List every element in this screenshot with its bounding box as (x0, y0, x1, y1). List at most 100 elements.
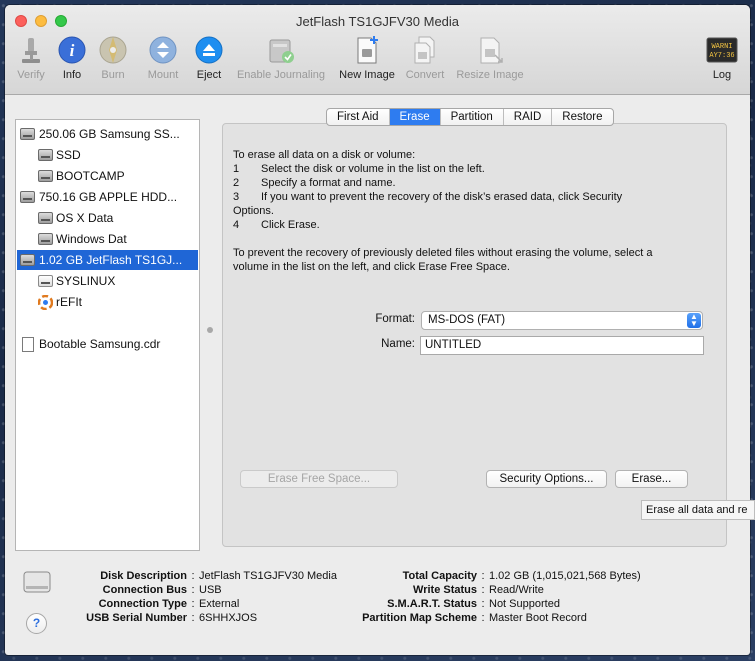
usb-drive-icon (22, 566, 52, 596)
log-console-icon: WARNI AY7:36 (706, 35, 738, 65)
info-separator: : (481, 584, 485, 596)
format-value: MS-DOS (FAT) (428, 314, 506, 326)
tab-first-aid[interactable]: First Aid (327, 109, 390, 125)
info-label: Info (62, 69, 82, 81)
sidebar-item-apple-hdd[interactable]: 750.16 GB APPLE HDD... (17, 187, 198, 207)
info-separator: : (481, 612, 485, 624)
info-value: USB (199, 584, 222, 596)
resize-image-label: Resize Image (456, 69, 524, 81)
step-number: 2 (233, 177, 240, 189)
internal-disk-icon (20, 191, 35, 203)
mount-button[interactable]: Mount (143, 35, 183, 81)
instruction-step: 4 Click Erase. (233, 218, 703, 232)
volume-icon (38, 149, 53, 161)
info-row: Connection Bus: USB (60, 583, 337, 597)
volume-icon (38, 170, 53, 182)
sidebar-item-bootcamp[interactable]: BOOTCAMP (17, 166, 198, 186)
new-image-label: New Image (339, 69, 395, 81)
step-number: 1 (233, 163, 240, 175)
log-button[interactable]: WARNI AY7:36 Log (705, 35, 739, 81)
sidebar-item-label: Windows Dat (56, 232, 127, 246)
refit-icon (37, 294, 54, 311)
format-select[interactable]: MS-DOS (FAT) ▲ ▼ (421, 311, 703, 330)
step-text: Select the disk or volume in the list on… (261, 163, 485, 175)
sidebar-item-label: 750.16 GB APPLE HDD... (39, 190, 178, 204)
info-separator: : (481, 598, 485, 610)
tab-bar: First Aid Erase Partition RAID Restore (326, 108, 614, 126)
split-view-handle[interactable] (207, 327, 213, 333)
erase-free-space-button[interactable]: Erase Free Space... (240, 470, 398, 488)
security-options-button[interactable]: Security Options... (486, 470, 607, 488)
info-key: Total Capacity (402, 570, 477, 582)
new-image-button[interactable]: New Image (337, 35, 397, 81)
sidebar-item-label: 1.02 GB JetFlash TS1GJ... (39, 253, 183, 267)
step-number: 4 (233, 219, 240, 231)
info-row: Disk Description: JetFlash TS1GJFV30 Medi… (60, 569, 337, 583)
eject-icon (194, 35, 224, 65)
removable-volume-icon (38, 275, 53, 287)
svg-text:i: i (70, 41, 75, 60)
tab-restore[interactable]: Restore (552, 109, 612, 125)
sidebar-item-syslinux[interactable]: SYSLINUX (17, 271, 198, 291)
mount-icon (148, 35, 178, 65)
name-field[interactable]: UNTITLED (420, 336, 704, 355)
sidebar-item-label: BOOTCAMP (56, 169, 125, 183)
info-value: 1.02 GB (1,015,021,568 Bytes) (489, 570, 641, 582)
convert-button[interactable]: Convert (402, 35, 448, 81)
erase-button[interactable]: Erase... (615, 470, 688, 488)
enable-journaling-button[interactable]: Enable Journaling (233, 35, 329, 81)
free-space-note-line-2: volume in the list on the left, and clic… (233, 261, 510, 273)
info-row: USB Serial Number:6SHHXJOS (60, 611, 337, 625)
burn-button[interactable]: Burn (98, 35, 128, 81)
window-title: JetFlash TS1GJFV30 Media (295, 14, 460, 29)
enable-journaling-label: Enable Journaling (236, 69, 326, 81)
sidebar-item-label: SYSLINUX (56, 274, 116, 288)
instruction-step: 3 If you want to prevent the recovery of … (233, 190, 703, 204)
sidebar-item-samsung-disk[interactable]: 250.06 GB Samsung SS... (17, 124, 198, 144)
resize-image-button[interactable]: Resize Image (453, 35, 527, 81)
step-text: Options. (233, 205, 274, 217)
tab-raid[interactable]: RAID (504, 109, 553, 125)
info-separator: : (481, 570, 485, 582)
sidebar-item-windows-dat[interactable]: Windows Dat (17, 229, 198, 249)
info-icon: i (57, 35, 87, 65)
log-icon-text-2: AY7:36 (709, 52, 734, 60)
info-button[interactable]: i Info (57, 35, 87, 81)
disk-utility-window: JetFlash TS1GJFV30 Media Verify i Info B… (5, 5, 750, 655)
sidebar-item-label: 250.06 GB Samsung SS... (39, 127, 180, 141)
disk-info-left: Disk Description: JetFlash TS1GJFV30 Medi… (60, 569, 337, 625)
info-value: Not Supported (489, 598, 560, 610)
erase-instructions: To erase all data on a disk or volume: 1… (233, 148, 703, 274)
info-value: Read/Write (489, 584, 544, 596)
sidebar-item-ssd[interactable]: SSD (17, 145, 198, 165)
eject-label: Eject (196, 69, 222, 81)
info-value: JetFlash TS1GJFV30 Media (199, 570, 337, 582)
disk-list-sidebar[interactable]: 250.06 GB Samsung SS... SSD BOOTCAMP 750… (15, 119, 200, 551)
info-row: Partition Map Scheme: Master Boot Record (335, 611, 641, 625)
name-label: Name: (381, 338, 415, 350)
sidebar-item-bootable-samsung-cdr[interactable]: Bootable Samsung.cdr (17, 334, 198, 354)
sidebar-item-jetflash[interactable]: 1.02 GB JetFlash TS1GJ... (17, 250, 198, 270)
info-row: Write Status: Read/Write (335, 583, 641, 597)
new-image-icon (352, 35, 382, 65)
help-button[interactable]: ? (26, 613, 47, 634)
format-label: Format: (375, 313, 415, 325)
sidebar-item-refit[interactable]: rEFIt (17, 292, 198, 312)
info-key: Connection Bus (102, 584, 187, 596)
volume-icon (38, 212, 53, 224)
eject-button[interactable]: Eject (194, 35, 224, 81)
burn-disc-icon (98, 35, 128, 65)
info-value: Master Boot Record (489, 612, 587, 624)
sidebar-item-label: Bootable Samsung.cdr (39, 337, 161, 351)
info-separator: : (191, 598, 195, 610)
tab-partition[interactable]: Partition (441, 109, 504, 125)
erase-tooltip: Erase all data and re (641, 500, 755, 520)
verify-button[interactable]: Verify (13, 35, 49, 81)
sidebar-item-os-x-data[interactable]: OS X Data (17, 208, 198, 228)
microscope-icon (16, 35, 46, 65)
tab-erase[interactable]: Erase (389, 109, 441, 125)
info-separator: : (191, 570, 195, 582)
resize-image-icon (475, 35, 505, 65)
instruction-step: 1 Select the disk or volume in the list o… (233, 162, 703, 176)
info-key: Write Status (413, 584, 477, 596)
